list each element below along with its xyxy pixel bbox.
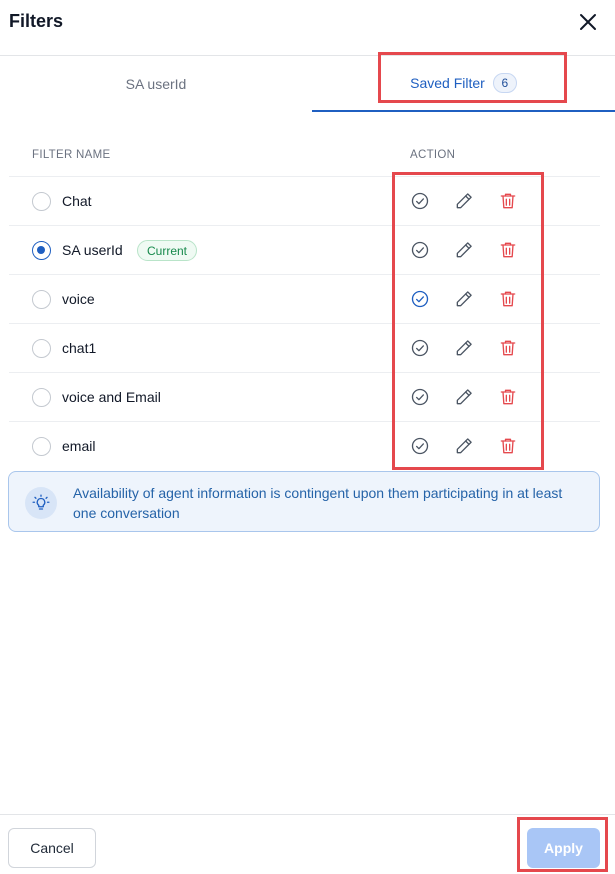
delete-filter-button[interactable]: [498, 387, 518, 407]
lightbulb-icon: [25, 487, 57, 519]
filter-name: SA userId: [62, 242, 123, 258]
filter-name: chat1: [62, 340, 97, 356]
check-circle-icon: [410, 338, 430, 358]
filter-name: voice and Email: [62, 389, 161, 405]
trash-icon: [498, 387, 518, 407]
pencil-icon: [454, 240, 474, 260]
tab-bar: SA userId Saved Filter 6: [0, 56, 615, 112]
apply-filter-button[interactable]: [410, 387, 430, 407]
filter-name: Chat: [62, 193, 92, 209]
filter-name: email: [62, 438, 96, 454]
delete-filter-button[interactable]: [498, 436, 518, 456]
tab-label: SA userId: [125, 75, 187, 92]
edit-filter-button[interactable]: [454, 436, 474, 456]
filter-radio[interactable]: [32, 437, 51, 456]
saved-filter-count-badge: 6: [492, 73, 517, 93]
filter-radio[interactable]: [32, 339, 51, 358]
delete-filter-button[interactable]: [498, 240, 518, 260]
trash-icon: [498, 436, 518, 456]
delete-filter-button[interactable]: [498, 191, 518, 211]
check-circle-icon: [410, 289, 430, 309]
pencil-icon: [454, 436, 474, 456]
pencil-icon: [454, 289, 474, 309]
cancel-button[interactable]: Cancel: [8, 828, 96, 868]
edit-filter-button[interactable]: [454, 387, 474, 407]
edit-filter-button[interactable]: [454, 191, 474, 211]
close-icon: [580, 14, 596, 30]
tab-label: Saved Filter: [410, 75, 485, 91]
trash-icon: [498, 289, 518, 309]
table-row: chat1: [9, 324, 600, 373]
table-row: SA userId Current: [9, 226, 600, 275]
tab-sa-userid[interactable]: SA userId: [0, 56, 312, 111]
saved-filters-table: FILTER NAME ACTION Chat SA userId Current v…: [9, 131, 600, 471]
pencil-icon: [454, 387, 474, 407]
close-button[interactable]: [576, 10, 600, 34]
table-row: voice: [9, 275, 600, 324]
filter-radio[interactable]: [32, 241, 51, 260]
apply-filter-button[interactable]: [410, 289, 430, 309]
tab-saved-filter[interactable]: Saved Filter 6: [312, 56, 615, 112]
apply-filter-button[interactable]: [410, 338, 430, 358]
dialog-title: Filters: [9, 11, 64, 31]
check-circle-icon: [410, 191, 430, 211]
edit-filter-button[interactable]: [454, 338, 474, 358]
check-circle-icon: [410, 436, 430, 456]
pencil-icon: [454, 191, 474, 211]
table-row: email: [9, 422, 600, 471]
dialog-header: Filters: [0, 0, 615, 56]
table-row: voice and Email: [9, 373, 600, 422]
check-circle-icon: [410, 387, 430, 407]
pencil-icon: [454, 338, 474, 358]
column-header-action: ACTION: [410, 149, 456, 161]
table-header: FILTER NAME ACTION: [9, 131, 600, 177]
apply-button[interactable]: Apply: [527, 828, 600, 868]
table-row: Chat: [9, 177, 600, 226]
check-circle-icon: [410, 240, 430, 260]
filter-radio[interactable]: [32, 192, 51, 211]
edit-filter-button[interactable]: [454, 289, 474, 309]
trash-icon: [498, 240, 518, 260]
apply-filter-button[interactable]: [410, 436, 430, 456]
filter-radio[interactable]: [32, 290, 51, 309]
delete-filter-button[interactable]: [498, 338, 518, 358]
apply-filter-button[interactable]: [410, 240, 430, 260]
dialog-footer: Cancel Apply: [0, 814, 615, 874]
trash-icon: [498, 191, 518, 211]
delete-filter-button[interactable]: [498, 289, 518, 309]
filter-radio[interactable]: [32, 388, 51, 407]
apply-filter-button[interactable]: [410, 191, 430, 211]
info-banner: Availability of agent information is con…: [8, 471, 600, 532]
filter-name: voice: [62, 291, 95, 307]
edit-filter-button[interactable]: [454, 240, 474, 260]
current-badge: Current: [137, 240, 198, 261]
column-header-filter-name: FILTER NAME: [32, 149, 111, 161]
trash-icon: [498, 338, 518, 358]
info-message: Availability of agent information is con…: [73, 485, 563, 521]
